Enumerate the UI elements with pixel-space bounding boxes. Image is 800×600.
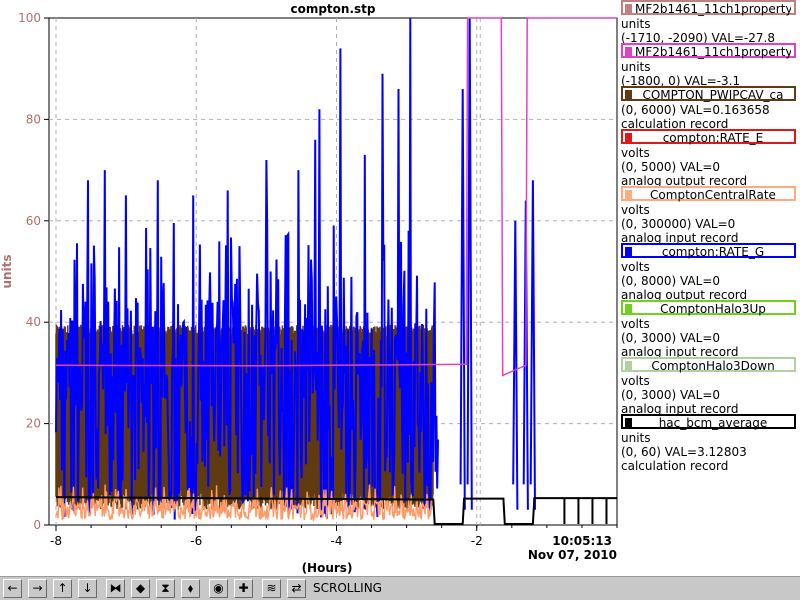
legend-detail-line: calculation record (621, 459, 729, 473)
zoom-in-y-icon: ⧗ (161, 581, 170, 595)
legend-detail-line: units (621, 431, 651, 445)
toggle-scroll-button[interactable]: ⇄ (287, 579, 306, 598)
legend-swatch (625, 190, 632, 201)
chart-title: compton.stp (290, 2, 375, 16)
center-button[interactable]: ◉ (209, 579, 228, 598)
legend-series-name: ComptonCentralRate (650, 188, 776, 202)
zoom-out-x-icon: ◆ (135, 581, 146, 595)
legend-details: (0, 6000) VAL=0.163658 calculation record (621, 103, 770, 131)
x-tick-label: -6 (190, 534, 202, 548)
y-tick-label: 100 (18, 11, 41, 25)
toolbar: SCROLLING ← → ↑ ↓ ⧓ ◆ ⧗ ⬧ ◉ ✚ ≋ ⇄ (0, 576, 800, 600)
legend-series-name: compton:RATE_G (661, 245, 765, 259)
y-tick-label: 20 (26, 417, 41, 431)
legend-entry-box[interactable]: ComptonHalo3Up (621, 300, 796, 316)
legend-entry-box[interactable]: MF2b1461_11ch1property.E (621, 43, 796, 59)
x-tick-label: -4 (331, 534, 343, 548)
legend-details: volts (0, 5000) VAL=0 analog output record (621, 146, 747, 188)
legend-entry-box[interactable]: hac_bcm_average (621, 414, 796, 430)
arrow-left-icon: ← (7, 581, 18, 595)
legend-entry-box[interactable]: ComptonCentralRate (621, 186, 796, 202)
legend-series-name: ComptonHalo3Down (651, 359, 775, 373)
legend-detail-line: (0, 8000) VAL=0 (621, 274, 721, 288)
legend-swatch (625, 4, 632, 15)
time-label: 10:05:13 (552, 534, 612, 548)
legend-detail-line: volts (621, 374, 650, 388)
scroll-up-button[interactable]: ↑ (53, 579, 72, 598)
legend-entry-box[interactable]: compton:RATE_E (621, 129, 796, 145)
legend-entry-box[interactable]: MF2b1461_11ch1property.F (621, 0, 796, 16)
legend-swatch (625, 361, 632, 372)
legend-details: volts (0, 3000) VAL=0 analog input record (621, 374, 738, 416)
legend-details: units (-1800, 0) VAL=-3.1 (621, 60, 740, 88)
legend-details: units (0, 60) VAL=3.12803 calculation reco… (621, 431, 747, 473)
zoom-out-x-button[interactable]: ◆ (131, 579, 150, 598)
y-axis-label: units (0, 254, 14, 288)
zoom-in-x-button[interactable]: ⧓ (106, 579, 125, 598)
legend-details: volts (0, 3000) VAL=0 analog input record (621, 317, 738, 359)
legend-series-name: compton:RATE_E (662, 131, 764, 145)
legend-entry-box[interactable]: compton:RATE_G (621, 243, 796, 259)
legend-swatch (625, 304, 632, 315)
legend-detail-line: volts (621, 146, 650, 160)
plus-icon: ✚ (238, 581, 249, 595)
legend-detail-line: (0, 5000) VAL=0 (621, 160, 721, 174)
legend-detail-line: volts (621, 317, 650, 331)
x-tick-label: -2 (471, 534, 483, 548)
scroll-mode-icon: ⇄ (291, 581, 302, 595)
date-label: Nov 07, 2010 (528, 548, 617, 562)
legend-swatch (625, 47, 632, 58)
legend-detail-line: (0, 3000) VAL=0 (621, 388, 721, 402)
legend-swatch (625, 418, 632, 429)
legend-series-name: COMPTON_PWIPCAV_ca (642, 88, 784, 102)
legend-series-name: hac_bcm_average (658, 416, 768, 430)
center-icon: ◉ (213, 581, 224, 595)
legend-details: volts (0, 300000) VAL=0 analog input recor… (621, 203, 738, 245)
scroll-left-button[interactable]: ← (3, 579, 22, 598)
legend-entry-box[interactable]: COMPTON_PWIPCAV_ca (621, 86, 796, 102)
legend-entry-box[interactable]: ComptonHalo3Down (621, 357, 796, 373)
legend-detail-line: (0, 3000) VAL=0 (621, 331, 721, 345)
status-label: SCROLLING (313, 581, 382, 595)
legend-detail-line: (0, 60) VAL=3.12803 (621, 445, 747, 459)
add-button[interactable]: ✚ (234, 579, 253, 598)
autoscale-button[interactable]: ≋ (262, 579, 281, 598)
zoom-out-y-icon: ⬧ (187, 581, 194, 595)
legend-detail-line: volts (621, 260, 650, 274)
zoom-out-y-button[interactable]: ⬧ (181, 579, 200, 598)
y-tick-label: 40 (26, 315, 41, 329)
zoom-in-y-button[interactable]: ⧗ (156, 579, 175, 598)
legend-detail-line: units (621, 60, 651, 74)
legend-series-name: MF2b1461_11ch1property.E (635, 45, 791, 59)
scroll-right-button[interactable]: → (28, 579, 47, 598)
legend-swatch (625, 90, 632, 101)
legend-series-name: ComptonHalo3Up (660, 302, 766, 316)
legend-detail-line: volts (621, 203, 650, 217)
legend-details: units (-1710, -2090) VAL=-27.8 (621, 17, 775, 45)
arrow-right-icon: → (32, 581, 43, 595)
legend-detail-line: (0, 300000) VAL=0 (621, 217, 736, 231)
arrow-up-icon: ↑ (57, 581, 68, 595)
arrow-down-icon: ↓ (82, 581, 93, 595)
legend-detail-line: (0, 6000) VAL=0.163658 (621, 103, 770, 117)
y-tick-label: 0 (33, 518, 41, 532)
legend-swatch (625, 133, 632, 144)
x-axis-label: (Hours) (302, 561, 353, 575)
legend-swatch (625, 247, 632, 258)
scroll-down-button[interactable]: ↓ (78, 579, 97, 598)
y-tick-label: 60 (26, 214, 41, 228)
legend-detail-line: units (621, 17, 651, 31)
x-tick-label: -8 (50, 534, 62, 548)
legend-series-name: MF2b1461_11ch1property.F (635, 2, 791, 16)
legend-details: volts (0, 8000) VAL=0 analog output record (621, 260, 747, 302)
y-tick-label: 80 (26, 112, 41, 126)
zoom-in-x-icon: ⧓ (109, 581, 122, 595)
autoscale-icon: ≋ (266, 581, 277, 595)
